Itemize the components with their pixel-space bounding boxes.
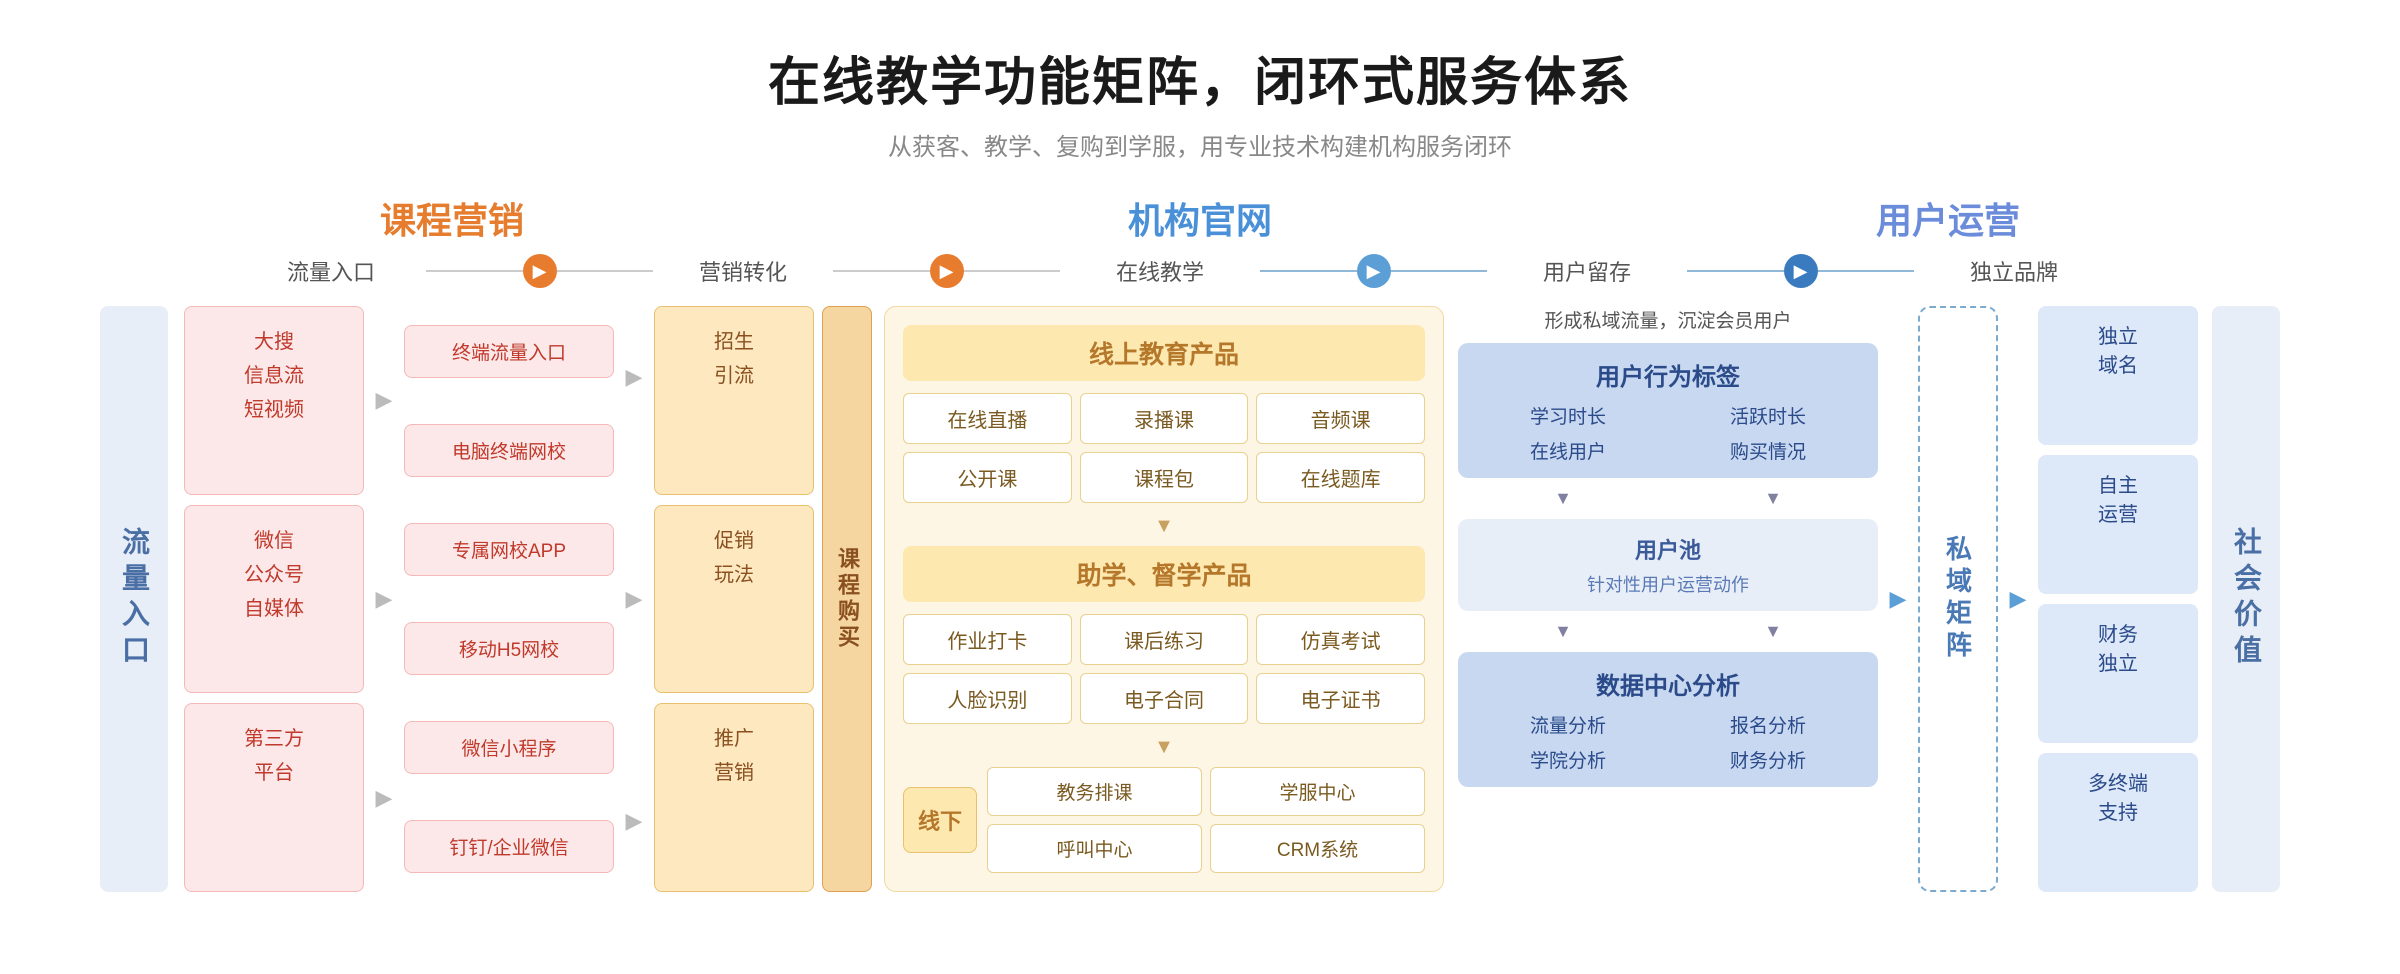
marketing-item-6: 钉钉/企业微信 — [404, 820, 614, 873]
marketing-item-1: 终端流量入口 — [404, 325, 614, 378]
assist-item-6: 电子证书 — [1256, 673, 1425, 724]
brand-item-3: 财务独立 — [2038, 604, 2198, 743]
user-pool-box: 用户池 针对性用户运营动作 — [1458, 519, 1878, 611]
data-item-4: 财务分析 — [1672, 746, 1864, 773]
flow-step-5: 独立品牌 — [1970, 260, 2058, 285]
offline-item-1: 教务排课 — [987, 767, 1202, 816]
online-products-title: 线上教育产品 — [903, 325, 1425, 381]
social-value-label: 社会价值 — [2212, 306, 2280, 892]
online-item-3: 音频课 — [1256, 393, 1425, 444]
marketing-item-2: 电脑终端网校 — [404, 424, 614, 477]
down-arr-3: ▼ — [1458, 488, 1668, 509]
online-item-5: 课程包 — [1080, 452, 1249, 503]
page: 在线教学功能矩阵，闭环式服务体系 从获客、教学、复购到学服，用专业技术构建机构服… — [0, 0, 2400, 974]
private-matrix: 私域矩阵 — [1918, 306, 1998, 892]
brand-item-1: 独立域名 — [2038, 306, 2198, 445]
arrow-m2: ▶ — [626, 457, 643, 742]
behavior-item-1: 学习时长 — [1472, 402, 1664, 429]
arrow-t1: ▶ — [376, 306, 393, 495]
assist-title: 助学、督学产品 — [903, 546, 1425, 602]
assist-section: 助学、督学产品 作业打卡 课后练习 仿真考试 人脸识别 电子合同 电子证书 — [903, 546, 1425, 724]
arrow-to-matrix: ▶ — [1878, 306, 1918, 892]
flow-step-2: 营销转化 — [699, 260, 787, 285]
section-title-marketing: 课程营销 — [380, 192, 524, 244]
conversion-item-1: 招生引流 — [654, 306, 814, 495]
online-item-6: 在线题库 — [1256, 452, 1425, 503]
conversion-item-2: 促销玩法 — [654, 505, 814, 694]
flow-arrow-1: ▶ — [523, 254, 557, 288]
down-arrow-2: ▼ — [903, 736, 1425, 759]
page-subtitle: 从获客、教学、复购到学服，用专业技术构建机构服务闭环 — [60, 127, 2340, 162]
offline-item-4: CRM系统 — [1210, 824, 1425, 873]
offline-label: 线下 — [903, 787, 977, 853]
offline-item-2: 学服中心 — [1210, 767, 1425, 816]
marketing-item-4: 移动H5网校 — [404, 622, 614, 675]
traffic-source-3: 第三方平台 — [184, 703, 364, 892]
flow-arrow-2: ▶ — [930, 254, 964, 288]
marketing-item-5: 微信小程序 — [404, 721, 614, 774]
flow-step-1: 流量入口 — [287, 260, 375, 285]
arrow-m1: ▶ — [626, 306, 643, 449]
arrow-t2: ▶ — [376, 505, 393, 694]
user-pool-sub: 针对性用户运营动作 — [1472, 571, 1864, 597]
down-arr-6: ▼ — [1668, 621, 1878, 642]
online-item-1: 在线直播 — [903, 393, 1072, 444]
down-arrow-1: ▼ — [903, 515, 1425, 538]
assist-item-1: 作业打卡 — [903, 614, 1072, 665]
data-item-3: 学院分析 — [1472, 746, 1664, 773]
arrow-to-brand: ▶ — [1998, 306, 2038, 892]
section-title-official: 机构官网 — [1128, 192, 1272, 244]
online-item-4: 公开课 — [903, 452, 1072, 503]
online-products-section: 线上教育产品 在线直播 录播课 音频课 公开课 课程包 在线题库 — [903, 325, 1425, 503]
user-pool-title: 用户池 — [1472, 533, 1864, 565]
behavior-item-3: 在线用户 — [1472, 437, 1664, 464]
data-center-box: 数据中心分析 流量分析 报名分析 学院分析 财务分析 — [1458, 652, 1878, 787]
flow-arrow-3: ▶ — [1357, 254, 1391, 288]
down-arr-4: ▼ — [1668, 488, 1878, 509]
behavior-box: 用户行为标签 学习时长 活跃时长 在线用户 购买情况 — [1458, 343, 1878, 478]
arrow-t3: ▶ — [376, 703, 393, 892]
course-buy-label: 课程购买 — [822, 306, 872, 892]
traffic-source-1: 大搜信息流短视频 — [184, 306, 364, 495]
assist-item-2: 课后练习 — [1080, 614, 1249, 665]
assist-item-5: 电子合同 — [1080, 673, 1249, 724]
offline-item-3: 呼叫中心 — [987, 824, 1202, 873]
behavior-title: 用户行为标签 — [1472, 357, 1864, 392]
behavior-item-2: 活跃时长 — [1672, 402, 1864, 429]
brand-item-4: 多终端支持 — [2038, 753, 2198, 892]
traffic-source-2: 微信公众号自媒体 — [184, 505, 364, 694]
online-item-2: 录播课 — [1080, 393, 1249, 444]
assist-item-3: 仿真考试 — [1256, 614, 1425, 665]
user-ret-desc: 形成私域流量，沉淀会员用户 — [1458, 306, 1878, 333]
header: 在线教学功能矩阵，闭环式服务体系 从获客、教学、复购到学服，用专业技术构建机构服… — [60, 40, 2340, 162]
section-title-userops: 用户运营 — [1876, 192, 2020, 244]
down-arr-5: ▼ — [1458, 621, 1668, 642]
arrow-m3: ▶ — [626, 750, 643, 893]
data-item-2: 报名分析 — [1672, 711, 1864, 738]
data-item-1: 流量分析 — [1472, 711, 1664, 738]
left-label-traffic: 流量入口 — [100, 306, 168, 892]
assist-item-4: 人脸识别 — [903, 673, 1072, 724]
flow-step-4: 用户留存 — [1543, 260, 1631, 285]
flow-arrow-4: ▶ — [1784, 254, 1818, 288]
behavior-item-4: 购买情况 — [1672, 437, 1864, 464]
data-center-title: 数据中心分析 — [1472, 666, 1864, 701]
marketing-item-3: 专属网校APP — [404, 523, 614, 576]
brand-item-2: 自主运营 — [2038, 455, 2198, 594]
page-title: 在线教学功能矩阵，闭环式服务体系 — [60, 40, 2340, 115]
conversion-item-3: 推广营销 — [654, 703, 814, 892]
flow-step-3: 在线教学 — [1116, 260, 1204, 285]
